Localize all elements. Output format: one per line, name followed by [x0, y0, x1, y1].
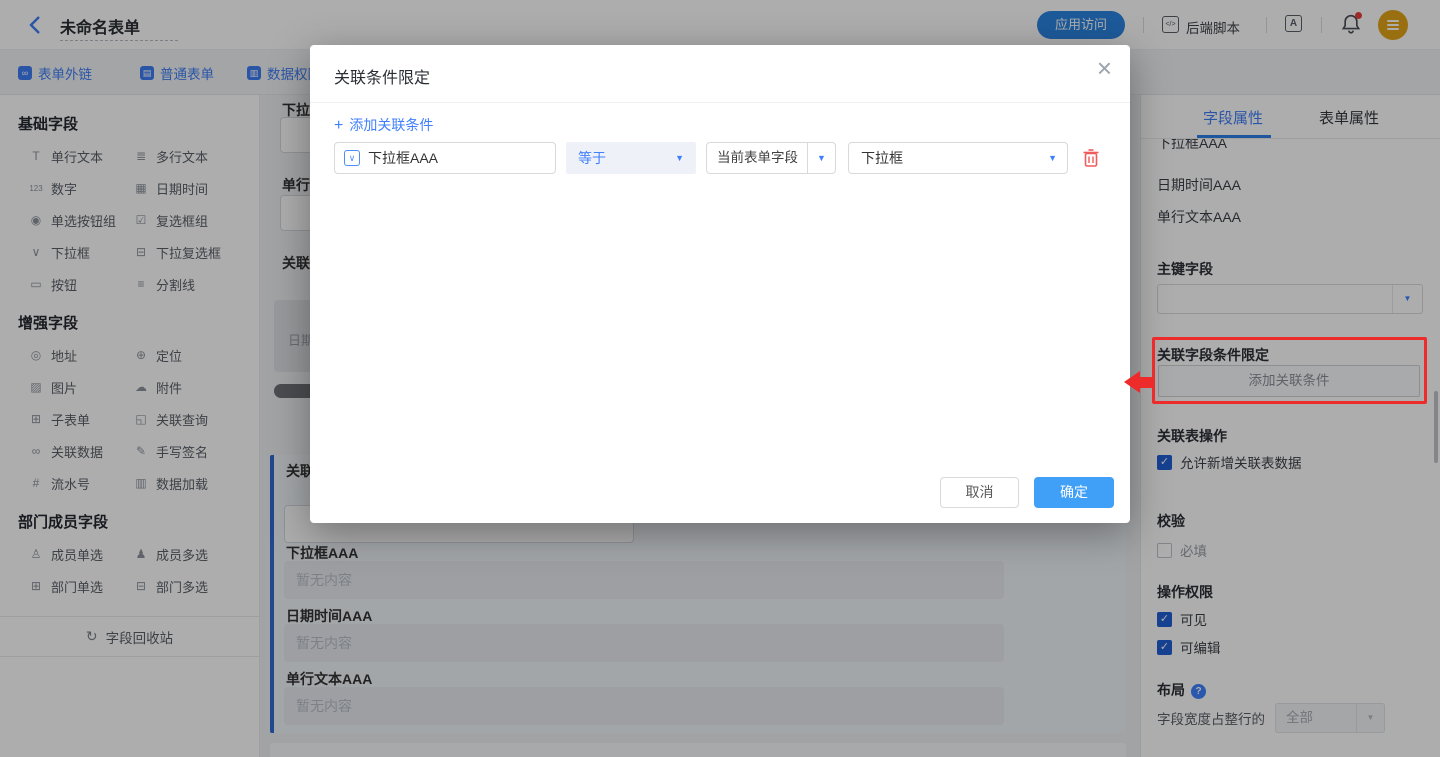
delete-condition-button[interactable] — [1082, 148, 1100, 168]
target-field-select[interactable]: 下拉框 ▼ — [848, 142, 1068, 174]
condition-field-input[interactable]: ∨ 下拉框AAA — [334, 142, 556, 174]
confirm-button[interactable]: 确定 — [1034, 477, 1114, 508]
add-condition-label: 添加关联条件 — [349, 117, 434, 133]
form-designer-app: 未命名表单 应用访问 </> 后端脚本 A ∞ 表单外链 ▤ 普通表单 ▥ 数据… — [0, 0, 1440, 757]
chevron-down-icon: ▼ — [1048, 153, 1057, 163]
source-type-value: 当前表单字段 — [717, 150, 798, 165]
operator-select[interactable]: 等于 ▼ — [566, 142, 696, 174]
trash-icon — [1083, 149, 1099, 167]
chevron-down-icon: ▼ — [807, 143, 835, 173]
add-condition-link[interactable]: + 添加关联条件 — [334, 115, 433, 135]
operator-value: 等于 — [578, 150, 606, 166]
dropdown-field-icon: ∨ — [344, 150, 360, 166]
source-type-select[interactable]: 当前表单字段 ▼ — [706, 142, 836, 174]
modal-title: 关联条件限定 — [334, 70, 431, 87]
chevron-down-icon: ▼ — [675, 153, 684, 163]
modal-header-divider — [310, 102, 1130, 103]
assoc-condition-modal: 关联条件限定 × + 添加关联条件 ∨ 下拉框AAA 等于 ▼ 当前表单字段 ▼ … — [310, 45, 1130, 523]
cancel-button[interactable]: 取消 — [940, 477, 1019, 508]
condition-row: ∨ 下拉框AAA 等于 ▼ 当前表单字段 ▼ 下拉框 ▼ — [334, 142, 1100, 174]
condition-field-value: 下拉框AAA — [368, 150, 439, 166]
close-icon[interactable]: × — [1097, 55, 1112, 81]
tour-arrow-left-icon — [1124, 371, 1140, 393]
tour-arrow-tail — [1140, 377, 1154, 388]
plus-icon: + — [334, 117, 344, 134]
target-field-value: 下拉框 — [861, 150, 903, 166]
